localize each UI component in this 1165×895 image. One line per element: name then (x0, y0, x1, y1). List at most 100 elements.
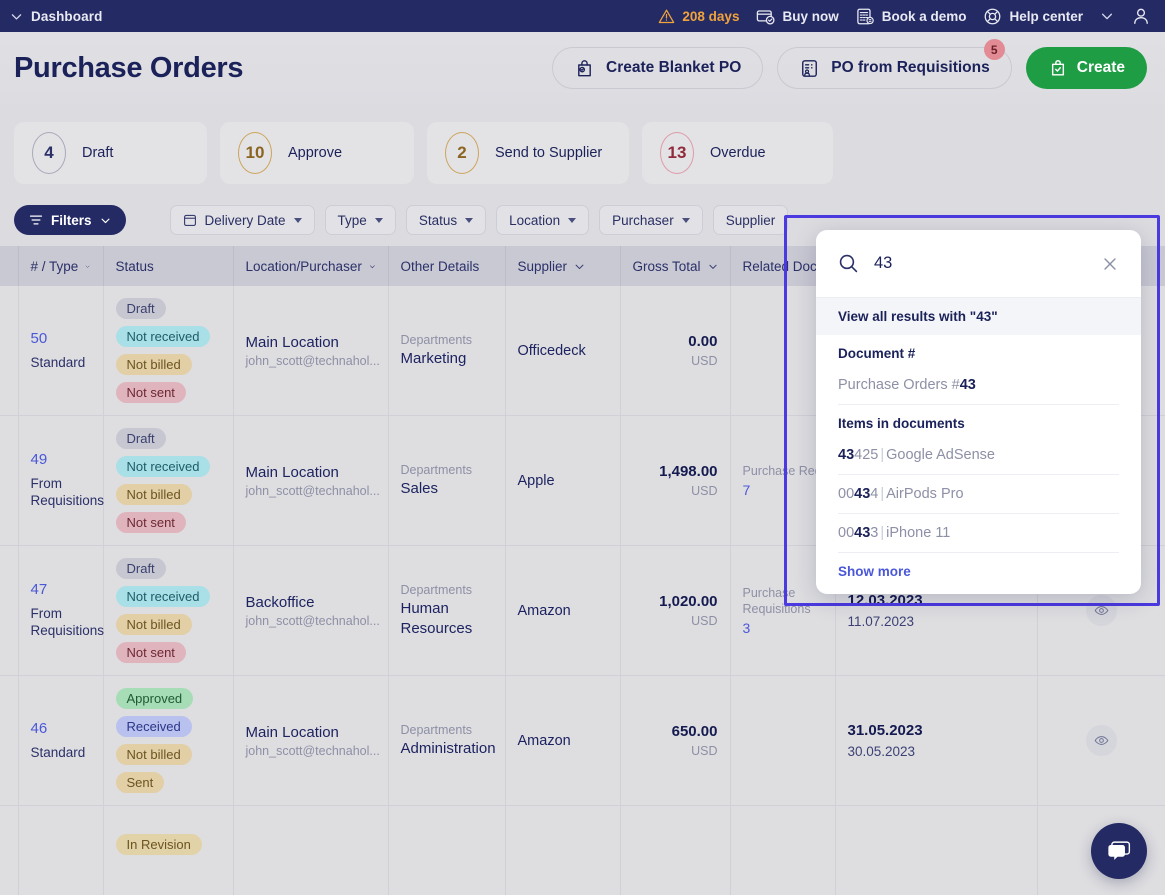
kpi-card-draft[interactable]: 4 Draft (14, 122, 207, 184)
dashboard-link[interactable]: Dashboard (31, 9, 102, 24)
po-number-link[interactable]: 50 (31, 330, 91, 347)
kpi-card-send-to-supplier[interactable]: 2 Send to Supplier (427, 122, 629, 184)
kpi-count-overdue: 13 (660, 132, 694, 174)
kpi-card-approve[interactable]: 10 Approve (220, 122, 414, 184)
filter-chip-delivery-date[interactable]: Delivery Date (169, 205, 315, 235)
cell-related-documents (730, 805, 836, 895)
related-doc-number[interactable]: 3 (743, 620, 823, 636)
status-chip-group: Draft Not received Not billed Not sent (115, 558, 221, 663)
cell-other-details: Departments Sales (388, 415, 506, 546)
preview-button[interactable] (1085, 595, 1117, 626)
filter-chip-status[interactable]: Status (405, 205, 487, 235)
currency-label: USD (691, 484, 718, 498)
filters-button[interactable]: Filters (14, 205, 126, 235)
filter-chip-label: Type (337, 212, 367, 228)
search-result-item[interactable]: 00433 | iPhone 11 (838, 514, 1119, 553)
book-demo-link[interactable]: Book a demo (856, 7, 967, 26)
search-result-item[interactable]: 43425 | Google AdSense (838, 436, 1119, 475)
column-label: Location/Purchaser (245, 258, 362, 274)
chevron-down-icon (568, 217, 577, 223)
close-icon[interactable] (1101, 255, 1119, 273)
buy-now-link[interactable]: Buy now (756, 7, 839, 26)
filter-chip-type[interactable]: Type (324, 205, 396, 235)
cell-supplier: Apple (505, 415, 621, 546)
cell-status: In Revision (103, 805, 234, 895)
chat-widget-button[interactable] (1091, 823, 1147, 879)
status-badge: Not sent (115, 512, 186, 533)
user-avatar-icon[interactable] (1131, 6, 1151, 26)
column-header-supplier[interactable]: Supplier (505, 246, 621, 286)
chevron-down-icon (374, 217, 383, 223)
filter-chip-location[interactable]: Location (496, 205, 590, 235)
column-header-number-type[interactable]: # / Type (18, 246, 104, 286)
column-header-status: Status (103, 246, 234, 286)
create-blanket-po-button[interactable]: Create Blanket PO (552, 47, 764, 89)
help-center-link[interactable]: Help center (983, 7, 1083, 26)
search-icon (838, 253, 859, 274)
filter-chip-label: Status (418, 212, 458, 228)
supplier-name: Officedeck (517, 342, 586, 359)
trial-days-indicator[interactable]: 208 days (658, 8, 739, 25)
chevron-down-icon (465, 217, 474, 223)
row-select-cell[interactable] (0, 415, 19, 546)
column-header-location-purchaser[interactable]: Location/Purchaser (233, 246, 389, 286)
po-number-link[interactable]: 47 (31, 581, 91, 598)
kpi-label-draft: Draft (82, 145, 114, 161)
related-doc-number[interactable]: 7 (743, 482, 823, 498)
row-select-cell[interactable] (0, 805, 19, 895)
chevron-down-icon (369, 264, 375, 268)
filter-chip-supplier[interactable]: Supplier (712, 205, 789, 235)
kpi-count-approve: 10 (238, 132, 272, 174)
kpi-label-send-to-supplier: Send to Supplier (495, 145, 603, 161)
cell-location-purchaser: Main Location john_scott@technahol... (233, 286, 389, 416)
create-button[interactable]: Create (1025, 47, 1147, 89)
item-code-pre: 00 (838, 525, 855, 541)
search-input-row[interactable]: 43 (816, 230, 1141, 298)
po-type: From Requisitions (30, 606, 105, 638)
calendar-icon (183, 213, 197, 227)
row-select-cell[interactable] (0, 286, 19, 416)
supplier-name: Amazon (517, 732, 571, 749)
cell-status: Approved Received Not billed Sent (103, 675, 234, 806)
chevron-down-icon[interactable] (10, 10, 23, 23)
kpi-card-overdue[interactable]: 13 Overdue (642, 122, 833, 184)
other-details-label: Departments (400, 582, 473, 597)
view-all-results-item[interactable]: View all results with "43" (816, 298, 1141, 335)
item-code-pre: 00 (838, 486, 855, 502)
search-input[interactable]: 43 (874, 254, 1086, 273)
po-type: Standard (30, 744, 86, 760)
po-from-requisitions-badge: 5 (983, 39, 1005, 60)
row-select-cell[interactable] (0, 675, 19, 806)
po-number-link[interactable]: 46 (31, 720, 91, 737)
kpi-count-draft: 4 (32, 132, 66, 174)
preview-button[interactable] (1085, 725, 1117, 756)
table-row[interactable]: In Revision (0, 805, 1165, 895)
eye-icon (1094, 606, 1108, 615)
book-demo-label: Book a demo (881, 8, 967, 24)
search-result-item[interactable]: 00434 | AirPods Pro (838, 475, 1119, 514)
show-more-link[interactable]: Show more (816, 553, 1141, 594)
po-from-requisitions-button[interactable]: PO from Requisitions 5 (777, 39, 1012, 89)
filter-chip-purchaser[interactable]: Purchaser (599, 205, 703, 235)
table-row[interactable]: 46 Standard Approved Received Not billed… (0, 675, 1165, 806)
column-label: Gross Total (632, 258, 701, 274)
cell-gross-total: 650.00 USD (620, 675, 731, 806)
po-number-link[interactable]: 49 (31, 451, 91, 468)
chevron-down-icon[interactable] (1100, 9, 1114, 23)
other-details-value: Sales (400, 479, 439, 497)
help-center-label: Help center (1009, 8, 1083, 24)
column-header-other-details: Other Details (388, 246, 506, 286)
date-primary: 12.03.2023 (847, 592, 923, 609)
cell-supplier (505, 805, 621, 895)
currency-label: USD (691, 744, 718, 758)
cell-other-details: Departments Human Resources (388, 545, 506, 676)
column-header-gross-total[interactable]: Gross Total (620, 246, 731, 286)
column-label: Supplier (517, 258, 568, 274)
row-select-cell[interactable] (0, 545, 19, 676)
other-details-value: Administration (400, 739, 496, 757)
cell-other-details: Departments Administration (388, 675, 506, 806)
cell-dates (835, 805, 1038, 895)
chevron-down-icon (575, 264, 584, 269)
search-result-document[interactable]: Purchase Orders #43 (838, 366, 1119, 405)
other-details-label: Departments (400, 462, 473, 477)
